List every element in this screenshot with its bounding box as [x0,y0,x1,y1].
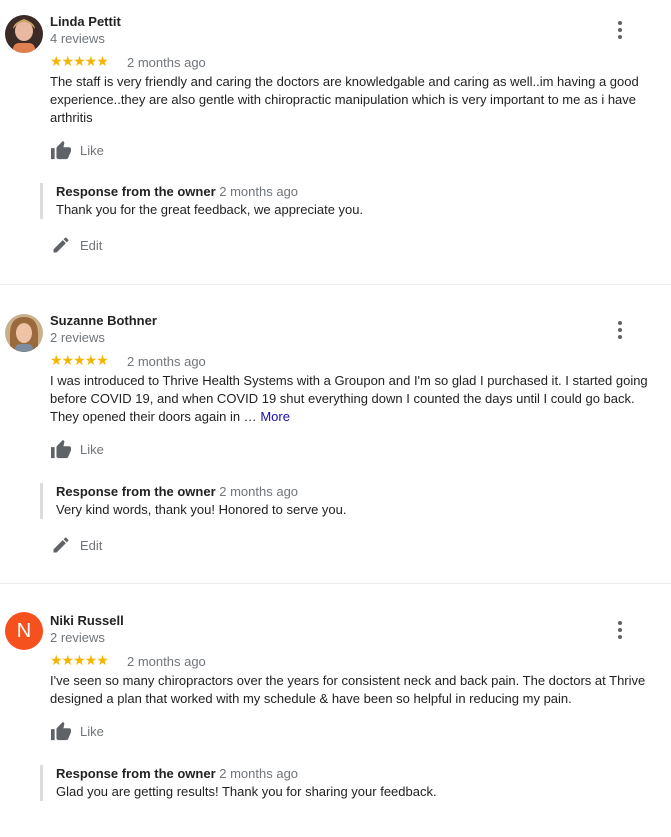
review-text-body: I was introduced to Thrive Health System… [50,373,648,424]
more-vert-icon[interactable] [610,320,630,340]
more-vert-icon[interactable] [610,20,630,40]
pencil-icon [53,237,69,253]
star-rating: ★★★★★ [50,53,109,69]
star-rating: ★★★★★ [50,352,109,368]
response-text: Glad you are getting results! Thank you … [56,784,437,799]
response-date: 2 months ago [219,484,299,499]
more-vert-icon[interactable] [610,620,630,640]
review-date: 2 months ago [127,654,206,669]
avatar[interactable]: N [5,612,43,650]
reviewer-name[interactable]: Suzanne Bothner [50,313,157,328]
edit-button[interactable]: Edit [50,235,102,255]
owner-response: Response from the owner 2 months ago Tha… [40,183,363,219]
review-text: I was introduced to Thrive Health System… [50,372,660,426]
response-date: 2 months ago [219,766,299,781]
more-link[interactable]: More [260,409,290,424]
reviewer-name[interactable]: Niki Russell [50,613,124,628]
response-title: Response from the owner [56,766,216,781]
response-title: Response from the owner [56,484,216,499]
owner-response: Response from the owner 2 months ago Ver… [40,483,347,519]
pencil-icon [53,537,69,553]
star-rating: ★★★★★ [50,652,109,668]
response-text: Thank you for the great feedback, we app… [56,202,364,217]
response-title: Response from the owner [56,184,216,199]
review-date: 2 months ago [127,354,206,369]
thumb-up-icon [51,721,71,741]
review-text: The staff is very friendly and caring th… [50,74,639,125]
reviewer-name[interactable]: Linda Pettit [50,14,121,29]
review-card: N Niki Russell 2 reviews ★★★★★ 2 months … [0,583,671,837]
edit-button[interactable]: Edit [50,535,102,555]
response-date: 2 months ago [219,184,299,199]
like-button[interactable]: Like [50,439,104,459]
avatar[interactable] [5,15,43,53]
thumb-up-icon [51,439,71,459]
avatar[interactable] [5,314,43,352]
like-label: Like [80,142,104,158]
review-card: Suzanne Bothner 2 reviews ★★★★★ 2 months… [0,284,671,583]
thumb-up-icon [51,140,71,160]
owner-response: Response from the owner 2 months ago Gla… [40,765,437,801]
review-count[interactable]: 4 reviews [50,31,105,46]
review-count[interactable]: 2 reviews [50,630,105,645]
edit-label: Edit [80,537,103,553]
response-text: Very kind words, thank you! Honored to s… [56,502,347,517]
review-card: Linda Pettit 4 reviews ★★★★★ 2 months ag… [0,0,671,284]
like-label: Like [80,723,104,739]
like-label: Like [80,441,104,457]
review-count[interactable]: 2 reviews [50,330,105,345]
review-text: I've seen so many chiropractors over the… [50,673,646,706]
like-button[interactable]: Like [50,140,104,160]
like-button[interactable]: Like [50,721,104,741]
edit-label: Edit [80,237,103,253]
review-date: 2 months ago [127,55,206,70]
